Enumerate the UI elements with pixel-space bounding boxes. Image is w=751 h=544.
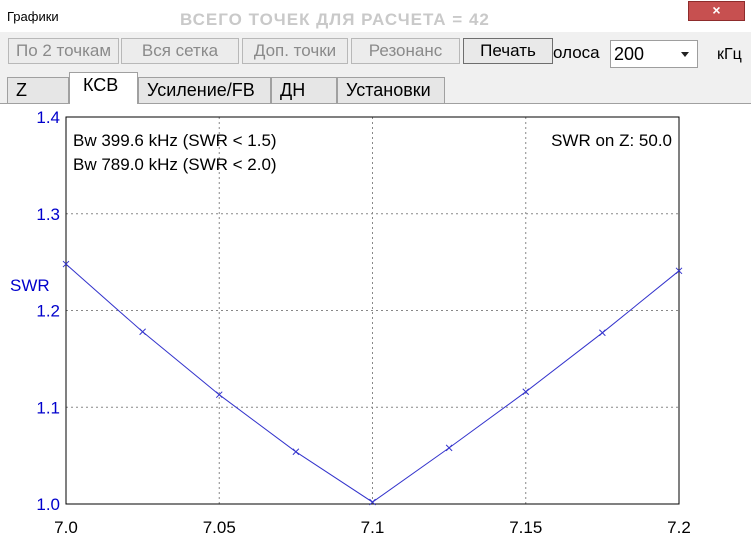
y-tick-label: 1.4	[36, 108, 60, 127]
data-point	[599, 329, 606, 337]
x-tick-label: 7.1	[361, 518, 385, 537]
x-tick-label: 7.0	[54, 518, 78, 537]
x-tick-label: 7.2	[667, 518, 691, 537]
bandwidth-swr-1.5: Bw 399.6 kHz (SWR < 1.5)	[73, 131, 277, 150]
data-point	[139, 328, 146, 336]
y-axis-label: SWR	[10, 276, 50, 295]
y-tick-label: 1.1	[36, 398, 60, 417]
tab-swr[interactable]: КСВ	[69, 72, 138, 104]
swr-reference-impedance: SWR on Z: 50.0	[551, 131, 672, 150]
data-point	[445, 444, 453, 452]
y-tick-label: 1.0	[36, 495, 60, 514]
y-tick-label: 1.2	[36, 302, 60, 321]
bandwidth-swr-2.0: Bw 789.0 kHz (SWR < 2.0)	[73, 155, 277, 174]
y-tick-label: 1.3	[36, 205, 60, 224]
x-tick-label: 7.05	[203, 518, 236, 537]
data-point	[292, 448, 300, 456]
x-tick-label: 7.15	[509, 518, 542, 537]
